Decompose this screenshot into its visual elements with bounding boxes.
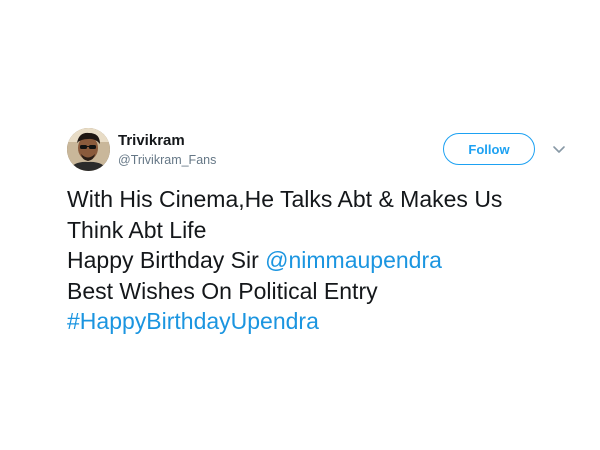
tweet-line-1: With His Cinema,He Talks Abt & Makes Us (67, 186, 503, 212)
mention-link[interactable]: @nimmaupendra (265, 247, 442, 273)
tweet-line-4: Best Wishes On Political Entry (67, 277, 378, 304)
hashtag-link[interactable]: #HappyBirthdayUpendra (67, 306, 567, 337)
author-screen-name[interactable]: @Trivikram_Fans (118, 152, 216, 168)
author-display-name[interactable]: Trivikram (118, 132, 185, 150)
follow-button[interactable]: Follow (443, 133, 535, 165)
tweet-text: With His Cinema,He Talks Abt & Makes Us … (67, 184, 567, 337)
user-avatar-icon (67, 128, 110, 171)
more-options-button[interactable] (551, 143, 567, 155)
tweet-line-3-text: Happy Birthday Sir (67, 247, 266, 273)
avatar[interactable] (67, 128, 110, 171)
tweet-line-2: Think Abt Life (67, 216, 207, 243)
tweet-card: Trivikram @Trivikram_Fans Follow With Hi… (0, 0, 600, 450)
chevron-down-icon (553, 146, 565, 153)
tweet-line-3: Happy Birthday Sir @nimmaupendra (67, 245, 567, 276)
